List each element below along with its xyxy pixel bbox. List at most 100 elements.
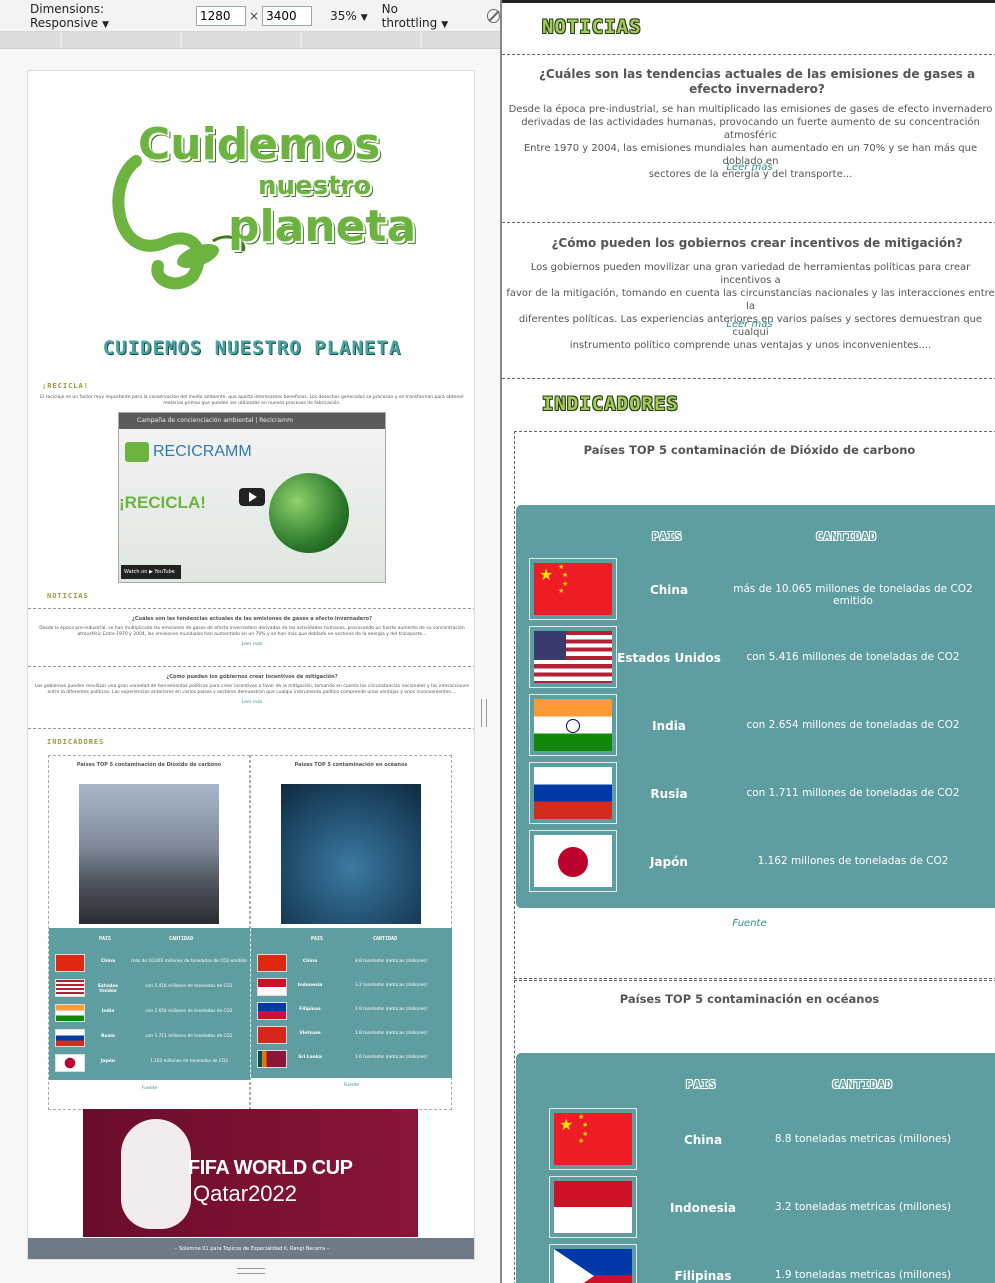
th-pais: PAIS	[99, 936, 112, 942]
youtube-embed[interactable]: Campaña de concienciación ambiental | Re…	[118, 412, 386, 583]
rotate-icon[interactable]	[486, 8, 500, 23]
country-value: 1.162 millones de toneladas de CO2	[149, 1059, 229, 1064]
russia-flag-icon	[55, 1029, 85, 1047]
video-recicla-text: ¡RECICLA!	[119, 493, 206, 512]
sri-lanka-flag-icon	[257, 1050, 287, 1068]
play-icon[interactable]	[239, 488, 265, 506]
country-value: 1.8 toneladas metricas (millones)	[354, 1031, 428, 1036]
country-value: 3.2 toneladas metricas (millones)	[354, 983, 428, 988]
divider	[502, 54, 995, 55]
watch-on-youtube[interactable]: Watch on ▶ YouTube	[121, 565, 181, 579]
mini-news-question: ¿Cuáles son las tendencias actuales de l…	[131, 616, 373, 622]
country-name: Vietnam	[299, 1031, 321, 1036]
dimensions-dropdown[interactable]: Dimensions: Responsive ▼	[30, 2, 180, 30]
flag-cell: ★ ★ ★ ★ ★	[529, 558, 617, 620]
mini-indicator-oceans: Países TOP 5 contaminación en océanos PA…	[250, 755, 452, 1110]
indicator-caption: Países TOP 5 contaminación de Dióxido de…	[76, 762, 222, 768]
flag-cell	[529, 830, 617, 892]
logo-line-2: nuestro	[258, 171, 372, 201]
mini-leer-mas-link[interactable]: Leer más	[28, 642, 474, 647]
table-row: India con 2.654 millones de toneladas de …	[49, 1002, 250, 1024]
fifa-emblem-image	[121, 1119, 191, 1229]
height-input[interactable]	[262, 5, 313, 26]
india-flag-icon	[55, 1004, 85, 1022]
mini-table-oceans: PAIS CANTIDAD China 8.8 toneladas metrica…	[251, 928, 452, 1078]
country-name: India	[652, 719, 686, 733]
table-row: China 8.8 toneladas metricas (millones)	[251, 952, 452, 974]
country-name: Rusia	[650, 787, 688, 801]
width-input[interactable]	[196, 5, 246, 26]
noticias-heading: NOTICIAS	[47, 592, 89, 600]
video-brand-text: RECICRAMM	[153, 443, 252, 460]
th-pais: PAIS	[652, 530, 683, 543]
chevron-down-icon: ▼	[102, 19, 109, 30]
indicator-caption: Países TOP 5 contaminación en océanos	[619, 992, 880, 1006]
country-value: 1.6 toneladas metricas (millones)	[354, 1055, 428, 1060]
throttling-dropdown[interactable]: No throttling ▼	[382, 2, 465, 30]
table-row: Rusia con 1.711 millones de toneladas de …	[49, 1027, 250, 1049]
country-name: Japón	[100, 1059, 116, 1064]
page-viewport: NOTICIAS ¿Cuáles son las tendencias actu…	[500, 0, 995, 1283]
china-flag-icon	[55, 954, 85, 972]
japan-flag-icon	[55, 1054, 85, 1072]
table-row: China más de 10.065 millones de toneladas…	[49, 952, 250, 974]
country-value: 3.2 toneladas metricas (millones)	[774, 1201, 952, 1213]
country-value: más de 10.065 millones de toneladas de C…	[131, 959, 247, 964]
site-title: CUIDEMOS NUESTRO PLANETA	[102, 337, 402, 359]
leer-mas-link[interactable]: Leer más	[502, 319, 995, 330]
philippines-flag-icon	[257, 1002, 287, 1020]
country-name: China	[649, 583, 689, 597]
news-question: ¿Cómo pueden los gobiernos crear incenti…	[551, 236, 963, 250]
flag-cell	[529, 762, 617, 824]
country-name: China	[302, 959, 318, 964]
device-preview-pane: Cuidemos nuestro planeta CUIDEMOS NUESTR…	[0, 49, 500, 1283]
table-row: Vietnam 1.8 toneladas metricas (millones)	[251, 1024, 452, 1046]
fuente-link[interactable]: Fuente	[49, 1086, 250, 1091]
oceans-table: PAIS CANTIDAD ★ ★ ★ ★ ★ China 8.8 toneladas …	[516, 1053, 995, 1283]
mini-news-question: ¿Cómo pueden los gobiernos crear incenti…	[166, 674, 338, 680]
country-name: Filipinas	[299, 1007, 321, 1012]
video-brand: RECICRAMM	[125, 442, 252, 462]
leer-mas-link[interactable]: Leer más	[502, 162, 995, 173]
fuente-link[interactable]: Fuente	[251, 1083, 452, 1088]
mini-leer-mas-link[interactable]: Leer más	[28, 700, 474, 705]
site-logo: Cuidemos nuestro planeta	[98, 91, 418, 301]
resize-handle-bottom[interactable]	[237, 1268, 265, 1274]
fifa-line-1: FIFA WORLD CUP	[188, 1157, 353, 1179]
country-value: con 5.416 millones de toneladas de CO2	[145, 984, 233, 989]
th-pais: PAIS	[686, 1078, 717, 1091]
indicadores-title: INDICADORES	[542, 393, 679, 415]
times-symbol: ×	[249, 8, 260, 23]
noticias-title: NOTICIAS	[542, 16, 642, 38]
flag-cell	[529, 626, 617, 688]
zoom-dropdown[interactable]: 35% ▼	[330, 9, 368, 23]
country-name: Estados Unidos	[617, 651, 721, 665]
country-value: con 1.711 millones de toneladas de CO2	[145, 1034, 233, 1039]
country-name: India	[101, 1009, 115, 1014]
logo-line-3: planeta	[228, 201, 417, 252]
resize-handle-side[interactable]	[481, 699, 487, 727]
logo-line-1: Cuidemos	[138, 119, 381, 170]
country-value: 1.9 toneladas metricas (millones)	[774, 1269, 952, 1281]
philippines-flag-icon	[554, 1249, 632, 1283]
media-query-ruler[interactable]	[0, 32, 500, 49]
mini-news-item: ¿Cuáles son las tendencias actuales de l…	[28, 608, 474, 666]
country-value: con 2.654 millones de toneladas de CO2	[145, 1009, 233, 1014]
table-row: Estados Unidos con 5.416 millones de tone…	[49, 977, 250, 999]
table-row: Filipinas 1.9 toneladas metricas (millone…	[251, 1000, 452, 1022]
chevron-down-icon: ▼	[360, 12, 368, 23]
top-border	[502, 0, 995, 3]
country-name: Sri Lanka	[298, 1055, 322, 1060]
th-cantidad: CANTIDAD	[816, 530, 877, 543]
video-title: Campaña de concienciación ambiental | Re…	[119, 413, 385, 429]
fuente-link[interactable]: Fuente	[502, 918, 995, 929]
china-flag-icon: ★ ★ ★ ★ ★	[554, 1113, 632, 1165]
fifa-line-2: Qatar2022	[193, 1181, 297, 1206]
indonesia-flag-icon	[257, 978, 287, 996]
news-question: ¿Cuáles son las tendencias actuales de l…	[538, 67, 976, 96]
mini-news-body: Los gobiernos pueden movilizar una gran …	[34, 684, 470, 696]
usa-flag-icon	[55, 979, 85, 997]
flag-cell	[529, 694, 617, 756]
country-name: China	[100, 959, 116, 964]
country-name: Estados Unidos	[98, 984, 118, 994]
